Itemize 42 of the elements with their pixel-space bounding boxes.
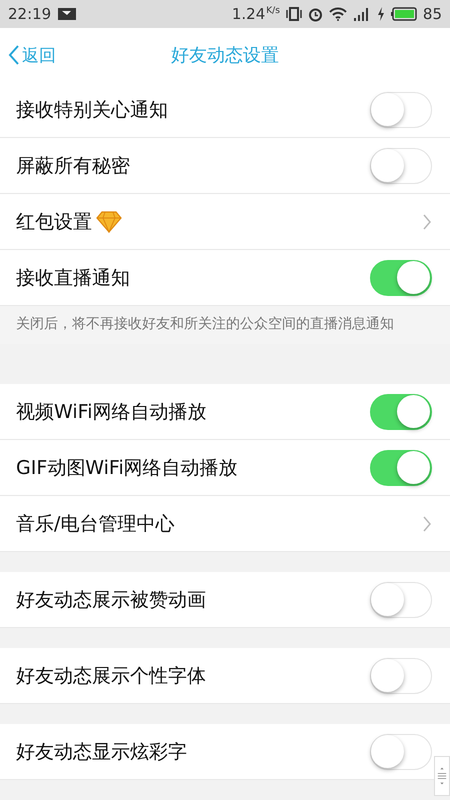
scroll-button[interactable]: [434, 756, 450, 796]
clock-text: 22:19: [8, 5, 52, 23]
notification-icon: [57, 7, 78, 21]
row-label: 好友动态显示炫彩字: [16, 740, 187, 764]
charging-icon: [376, 7, 385, 21]
chevron-left-icon: [8, 44, 20, 66]
signal-icon: [352, 7, 371, 21]
battery-icon: [390, 7, 417, 21]
speed-unit-text: K/s: [266, 6, 280, 16]
page-title: 好友动态设置: [171, 44, 279, 67]
row-label: 视频WiFi网络自动播放: [16, 400, 206, 424]
row-label: 音乐/电台管理中心: [16, 512, 174, 536]
battery-level-text: 85: [422, 5, 442, 23]
settings-row[interactable]: 好友动态展示个性字体: [0, 648, 450, 704]
row-label: 接收特别关心通知: [16, 98, 168, 122]
settings-row[interactable]: 好友动态展示被赞动画: [0, 572, 450, 628]
row-label: 接收直播通知: [16, 266, 130, 290]
row-label: 屏蔽所有秘密: [16, 154, 130, 178]
alarm-icon: [308, 6, 323, 22]
chevron-right-icon: [422, 212, 432, 230]
settings-row[interactable]: GIF动图WiFi网络自动播放: [0, 440, 450, 496]
toggle-switch[interactable]: [370, 734, 432, 770]
toggle-switch[interactable]: [370, 450, 432, 486]
row-label: GIF动图WiFi网络自动播放: [16, 456, 238, 480]
settings-row[interactable]: 音乐/电台管理中心: [0, 496, 450, 552]
toggle-switch[interactable]: [370, 148, 432, 184]
toggle-switch[interactable]: [370, 658, 432, 694]
settings-row[interactable]: 视频WiFi网络自动播放: [0, 384, 450, 440]
settings-row[interactable]: 屏蔽所有秘密: [0, 138, 450, 194]
toggle-switch[interactable]: [370, 582, 432, 618]
settings-row[interactable]: 红包设置: [0, 194, 450, 250]
vibrate-icon: [286, 7, 302, 21]
toggle-switch[interactable]: [370, 92, 432, 128]
network-speed-text: 1.24: [232, 5, 266, 23]
row-label: 好友动态展示个性字体: [16, 664, 206, 688]
toggle-switch[interactable]: [370, 260, 432, 296]
row-label: 红包设置: [16, 210, 92, 234]
settings-row[interactable]: 接收特别关心通知: [0, 82, 450, 138]
chevron-right-icon: [422, 514, 432, 532]
row-label: 好友动态展示被赞动画: [16, 588, 206, 612]
wifi-icon: [328, 7, 347, 21]
toggle-switch[interactable]: [370, 394, 432, 430]
